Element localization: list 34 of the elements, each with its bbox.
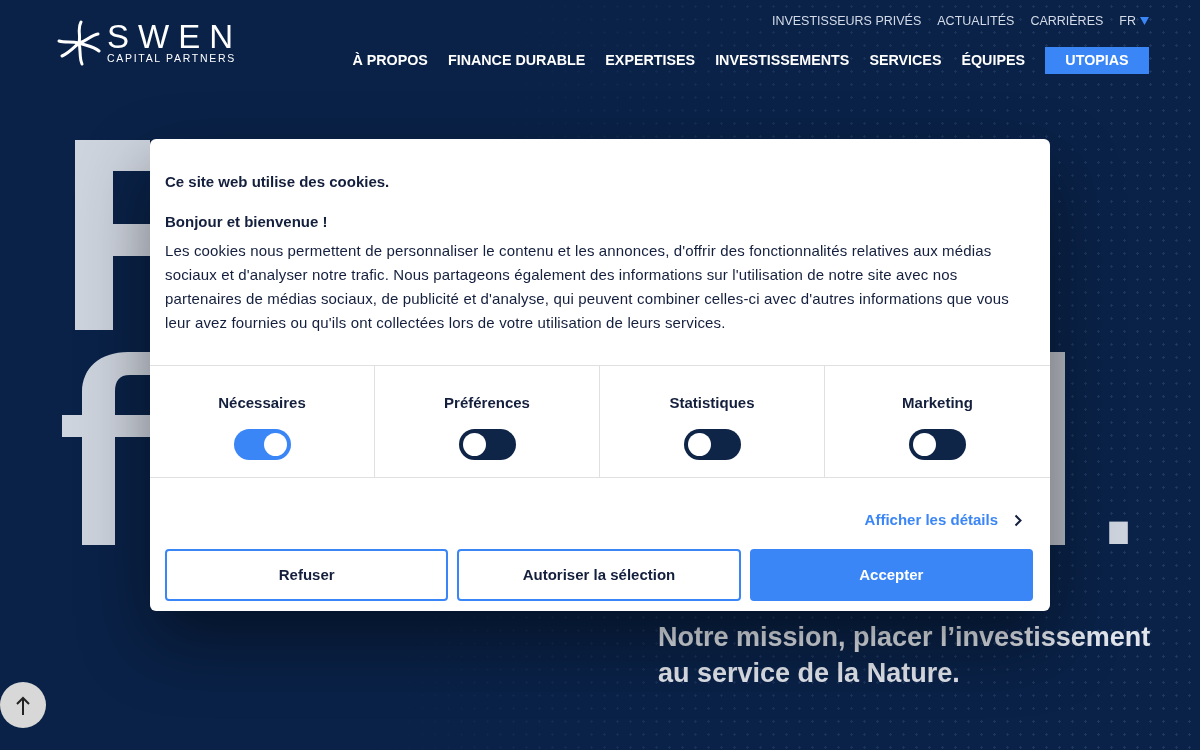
toggle-switch[interactable] — [458, 428, 516, 460]
cookie-description: Les cookies nous permettent de personnaliser le contenu et les annonces, d'offrir des fonctionnalités relatives aux médias sociaux et d'analyser notre trafic. Nous partageons également des informations sur l'utilisation de notre site avec nos partenaires de médias sociaux, de publicité et d'analyse, qui peuvent combiner celles-ci avec d'autres informations que vous leur avez fournies ou qu'ils ont collectées lors de votre utilisation de leurs services. — [165, 241, 1010, 333]
chevron-right-icon — [1014, 514, 1022, 527]
top-link[interactable]: CARRIÈRES — [1030, 12, 1104, 31]
category-label: Nécessaires — [218, 393, 306, 413]
nav-link[interactable]: SERVICES — [869, 49, 942, 71]
language-selector[interactable]: FR — [1119, 12, 1149, 31]
hero-period: . — [1090, 392, 1148, 572]
logo-tagline: CAPITAL PARTNERS — [107, 52, 237, 64]
top-link[interactable]: INVESTISSEURS PRIVÉS — [771, 12, 922, 31]
category-label: Marketing — [902, 393, 973, 413]
accept-button[interactable]: Accepter — [749, 549, 1033, 601]
logo-name: SWEN — [107, 22, 242, 52]
nav-link[interactable]: INVESTISSEMENTS — [715, 49, 850, 71]
logo-star-icon — [57, 20, 101, 66]
category-label: Statistiques — [669, 393, 755, 413]
toggle-switch[interactable] — [909, 428, 966, 460]
caret-icon — [1140, 17, 1149, 26]
choice-button[interactable]: Autoriser la sélection — [457, 549, 741, 601]
arrow-up-icon — [16, 695, 30, 716]
nav-link[interactable]: FINANCE DURABLE — [447, 49, 586, 71]
toggle-switch[interactable] — [683, 428, 741, 460]
nav-link[interactable]: EXPERTISES — [605, 49, 696, 71]
show-details-link[interactable]: Afficher les détails — [864, 509, 1022, 532]
greeting: Bonjour et bienvenue ! — [165, 211, 329, 232]
nav-link[interactable]: ÉQUIPES — [961, 49, 1025, 71]
utopias-button[interactable]: UTOPIAS — [1045, 46, 1149, 74]
choice-button[interactable]: Refuser — [165, 549, 449, 601]
top-link[interactable]: ACTUALITÉS — [937, 12, 1015, 31]
mission-statement: Notre mission, placer l’investissement au service de la Nature. — [658, 621, 1151, 690]
category-label: Préférences — [444, 393, 530, 413]
toggle-switch[interactable] — [233, 428, 291, 460]
nav-link[interactable]: À PROPOS — [352, 49, 428, 71]
dialog-title: Ce site web utilise des cookies. — [165, 172, 391, 192]
